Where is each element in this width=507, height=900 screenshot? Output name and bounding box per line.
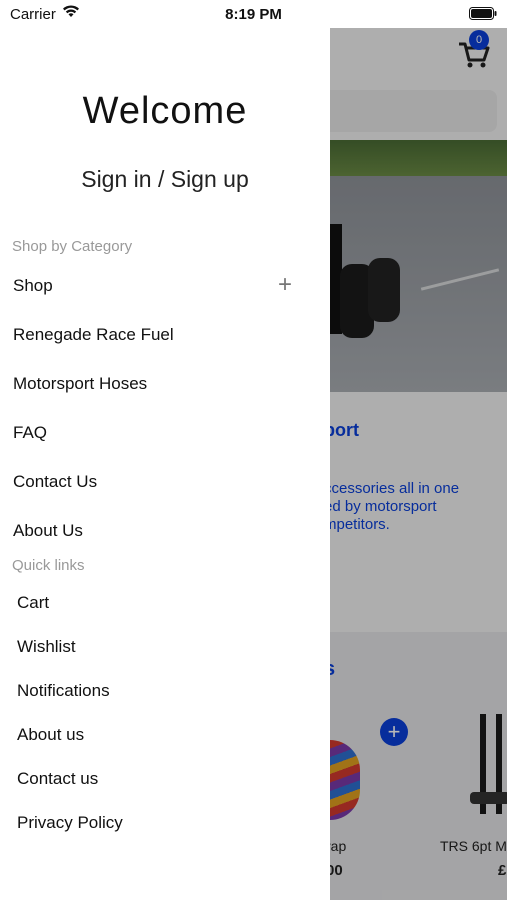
quick-link-label: Notifications: [17, 681, 110, 700]
quick-link-wishlist[interactable]: Wishlist: [0, 629, 330, 665]
clock: 8:19 PM: [225, 6, 282, 23]
plus-icon[interactable]: +: [278, 271, 292, 299]
battery-icon: [469, 7, 497, 20]
quick-link-notifications[interactable]: Notifications: [0, 673, 330, 709]
quick-link-label: Privacy Policy: [17, 813, 123, 832]
menu-item-label: Shop: [13, 276, 53, 295]
menu-item-renegade-race-fuel[interactable]: Renegade Race Fuel: [0, 315, 330, 355]
navigation-drawer: Welcome Sign in / Sign up Shop by Catego…: [0, 0, 330, 900]
menu-item-label: Contact Us: [13, 472, 98, 491]
quick-link-privacy-policy[interactable]: Privacy Policy: [0, 805, 330, 841]
quick-link-label: Contact us: [17, 769, 99, 788]
menu-item-contact-us[interactable]: Contact Us: [0, 462, 330, 502]
quick-link-label: Wishlist: [17, 637, 76, 656]
status-bar: Carrier 8:19 PM: [0, 0, 507, 28]
menu-item-faq[interactable]: FAQ: [0, 413, 330, 453]
drawer-overlay[interactable]: [330, 28, 507, 900]
quick-link-label: Cart: [17, 593, 50, 612]
menu-item-about-us[interactable]: About Us: [0, 511, 330, 551]
quick-link-contact-us[interactable]: Contact us: [0, 761, 330, 797]
menu-item-label: FAQ: [13, 423, 48, 442]
quick-link-about-us[interactable]: About us: [0, 717, 330, 753]
sign-in-link[interactable]: Sign in / Sign up: [0, 166, 330, 193]
quick-link-label: About us: [17, 725, 85, 744]
menu-item-label: About Us: [13, 521, 83, 540]
quick-links-heading: Quick links: [12, 557, 85, 574]
menu-item-motorsport-hoses[interactable]: Motorsport Hoses: [0, 364, 330, 404]
quick-link-cart[interactable]: Cart: [0, 585, 330, 621]
menu-item-label: Motorsport Hoses: [13, 374, 148, 393]
welcome-title: Welcome: [82, 90, 248, 132]
menu-item-label: Renegade Race Fuel: [13, 325, 174, 344]
category-heading: Shop by Category: [12, 238, 133, 255]
menu-item-shop[interactable]: Shop +: [0, 266, 330, 306]
